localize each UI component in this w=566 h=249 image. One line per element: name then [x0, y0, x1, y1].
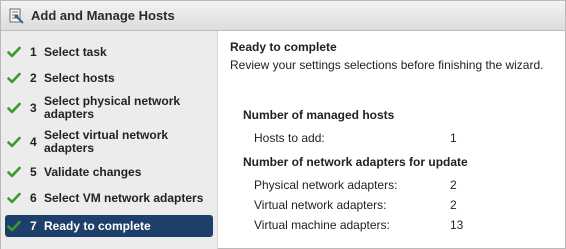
step-label: Select task [44, 44, 107, 59]
step-number: 7 [30, 219, 37, 233]
step-label: Ready to complete [44, 218, 151, 233]
check-icon [5, 69, 23, 87]
main-panel: Ready to complete Review your settings s… [218, 31, 565, 249]
step-select-virtual-network-adapters[interactable]: 4 Select virtual network adapters [5, 125, 213, 159]
section-heading-managed-hosts: Number of managed hosts [243, 108, 395, 122]
step-label: Select virtual network adapters [44, 128, 169, 155]
page-subtitle: Review your settings selections before f… [230, 58, 544, 72]
check-icon [5, 99, 23, 117]
summary-row: Physical network adapters: 2 [243, 175, 565, 195]
step-number: 4 [30, 135, 37, 149]
row-key: Virtual network adapters: [254, 198, 387, 212]
step-number: 3 [30, 101, 37, 115]
step-select-task[interactable]: 1 Select task [5, 39, 213, 65]
step-label: Select VM network adapters [44, 190, 204, 205]
step-select-physical-network-adapters[interactable]: 3 Select physical network adapters [5, 91, 213, 125]
step-label: Select hosts [44, 70, 115, 85]
step-select-vm-network-adapters[interactable]: 6 Select VM network adapters [5, 185, 213, 211]
step-number: 6 [30, 191, 37, 205]
row-key: Physical network adapters: [254, 178, 398, 192]
row-key: Virtual machine adapters: [254, 218, 390, 232]
step-number: 2 [30, 71, 37, 85]
check-icon [5, 189, 23, 207]
check-icon [5, 43, 23, 61]
check-icon [5, 133, 23, 151]
step-number: 1 [30, 45, 37, 59]
title-bar: Add and Manage Hosts [1, 1, 565, 31]
row-value: 2 [450, 198, 457, 212]
summary-row: Hosts to add: 1 [243, 128, 565, 148]
page-title: Ready to complete [230, 40, 337, 54]
step-ready-to-complete[interactable]: 7 Ready to complete [5, 215, 213, 237]
summary-row: Virtual machine adapters: 13 [243, 215, 565, 235]
step-label: Validate changes [44, 164, 142, 179]
row-value: 2 [450, 178, 457, 192]
check-icon [5, 217, 23, 235]
step-validate-changes[interactable]: 5 Validate changes [5, 159, 213, 185]
row-value: 1 [450, 131, 457, 145]
summary: Number of managed hosts Hosts to add: 1 … [230, 108, 565, 235]
check-icon [5, 163, 23, 181]
row-key: Hosts to add: [254, 131, 325, 145]
row-value: 13 [450, 218, 464, 232]
wizard-steps: 1 Select task 2 Select hosts 3 Select ph… [1, 31, 218, 249]
step-label: Select physical network adapters [44, 94, 181, 121]
section-heading-network-adapters: Number of network adapters for update [243, 155, 468, 169]
step-number: 5 [30, 165, 37, 179]
step-select-hosts[interactable]: 2 Select hosts [5, 65, 213, 91]
summary-row: Virtual network adapters: 2 [243, 195, 565, 215]
add-manage-hosts-window: Add and Manage Hosts 1 Select task 2 Sel… [0, 0, 566, 249]
window-title: Add and Manage Hosts [31, 8, 175, 23]
host-wizard-icon [9, 8, 24, 24]
